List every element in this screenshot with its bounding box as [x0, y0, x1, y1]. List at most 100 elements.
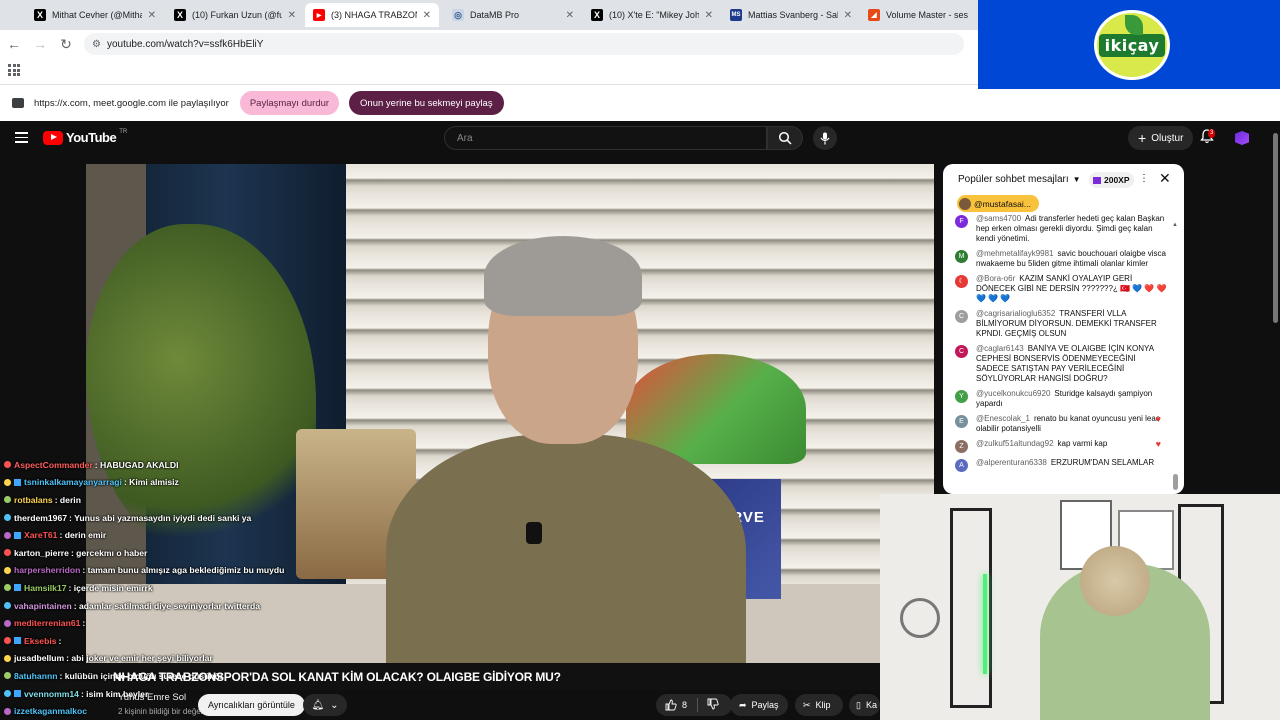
browser-tab-bar: X Mithat Cevher (@MithatC ✕ X (10) Furka… [0, 0, 978, 30]
chat-username[interactable]: @Enescolak_1 [976, 414, 1030, 423]
chevron-down-icon[interactable]: ▼ [1073, 175, 1081, 184]
clip-button[interactable]: ✂ Klip [795, 694, 843, 716]
youtube-logo[interactable]: YouTube TR [43, 129, 127, 145]
overlay-chat-text: : [82, 618, 86, 629]
url-field[interactable]: ⚙ youtube.com/watch?v=ssfk6HbEliY [84, 33, 964, 55]
site-info-icon[interactable]: ⚙ [92, 39, 101, 50]
reload-icon[interactable]: ↻ [54, 32, 78, 56]
scrollbar-thumb[interactable] [1173, 474, 1178, 490]
chat-scrollbar[interactable]: ▲ [1172, 222, 1178, 494]
chat-message: A @alperenturan6338 ERZURUM'DAN SELAMLAR [955, 458, 1169, 472]
chat-username[interactable]: @yucelkonukcu6920 [976, 389, 1050, 398]
xp-badge[interactable]: 200XP [1089, 172, 1134, 188]
share-this-tab-button[interactable]: Onun yerine bu sekmeyi paylaş [349, 91, 504, 115]
subscriber-badge-icon [14, 531, 21, 539]
tab-title: (10) X'te E: "Mikey Joh [609, 10, 699, 20]
youtube-icon: ▶ [313, 9, 325, 21]
chat-badge-icon [4, 602, 11, 610]
x-icon: X [174, 9, 186, 21]
scrollbar-thumb[interactable] [1273, 133, 1278, 323]
subscriber-badge-icon [14, 690, 21, 698]
avatar: Y [955, 390, 968, 403]
overlay-chat-text: : içerde misin emirrk [68, 582, 153, 593]
forward-icon[interactable]: → [28, 32, 52, 56]
create-button[interactable]: + Oluştur [1128, 126, 1194, 150]
browser-tab[interactable]: X (10) Furkan Uzun (@furka ✕ [166, 3, 304, 27]
close-icon[interactable]: ✕ [1159, 170, 1171, 187]
pinned-user-name: @mustafasai... [974, 198, 1031, 209]
overlay-chat-text: : [58, 635, 62, 646]
chat-message: Z @zulkuf51altundag92 kap varmi kap ♥ [955, 439, 1169, 453]
chat-username[interactable]: @sams4700 [976, 214, 1021, 223]
create-label: Oluştur [1151, 132, 1184, 144]
menu-icon[interactable] [15, 132, 28, 146]
browser-tab[interactable]: X Mithat Cevher (@MithatC ✕ [26, 3, 164, 27]
search-input[interactable]: Ara [444, 126, 767, 150]
close-icon[interactable]: ✕ [844, 10, 852, 21]
close-icon[interactable]: ✕ [288, 10, 296, 21]
more-options-icon[interactable]: ⋮ [1139, 173, 1149, 184]
chat-username[interactable]: @Bora-o6r [976, 274, 1015, 283]
tab-title: Volume Master - ses denc [886, 10, 970, 20]
chat-username[interactable]: @alperenturan6338 [976, 458, 1047, 467]
chat-username[interactable]: @mehmetalifayk9981 [976, 249, 1054, 258]
chat-username[interactable]: @zulkuf51altundag92 [976, 439, 1054, 448]
browser-tab[interactable]: MS Mattias Svanberg - Sakatl ✕ [722, 3, 860, 27]
save-button[interactable]: ▯ Ka [849, 694, 880, 716]
chat-username[interactable]: @caglar6143 [976, 344, 1024, 353]
stop-sharing-button[interactable]: Paylaşmayı durdur [239, 91, 340, 115]
browser-tab[interactable]: X (10) X'te E: "Mikey Joh ✕ [583, 3, 721, 27]
microphone-icon[interactable] [813, 126, 837, 150]
x-icon: X [34, 9, 46, 21]
video-title: NHAGA TRABZONSPOR'DA SOL KANAT KİM OLACA… [113, 670, 561, 684]
chat-message: E @Enescolak_1 renato bu kanat oyuncusu ye… [955, 414, 1169, 434]
membership-button[interactable]: Ayrıcalıkları görüntüle [198, 694, 305, 716]
chat-message: ☾ @Bora-o6r KAZIM SANKİ OYALAYIP GERİ DÖNE… [955, 274, 1169, 304]
overlay-chat-username: AspectCommander [14, 459, 93, 470]
overlay-chat-text: : gercekmı o haber [70, 547, 148, 558]
like-button[interactable]: 8 [656, 698, 698, 712]
subscription-bell-button[interactable]: 🔔︎ ⌄ [303, 694, 347, 716]
thumbs-up-icon [665, 699, 677, 711]
close-icon[interactable]: ✕ [423, 10, 431, 21]
heart-icon: ♥ [1155, 439, 1161, 449]
chat-message-body: @zulkuf51altundag92 kap varmi kap [976, 439, 1169, 453]
leaf-icon [1125, 15, 1143, 35]
overlay-chat-line: tsninkalkamayanyarragi: Kimi almisiz [0, 474, 320, 492]
apps-grid-icon[interactable] [8, 64, 20, 76]
presenter-hair [484, 236, 642, 316]
page-scrollbar[interactable] [1272, 121, 1280, 501]
avatar: A [955, 459, 968, 472]
pinned-supporter[interactable]: @mustafasai... [957, 195, 1039, 212]
chat-text: kap varmi kap [1057, 439, 1108, 448]
close-icon[interactable]: ✕ [705, 10, 713, 21]
chat-messages: F @sams4700 Adi transferler hedeti geç kal… [955, 214, 1169, 494]
stream-logo-box: ikiçay [978, 0, 1280, 89]
back-icon[interactable]: ← [2, 32, 26, 56]
subscriber-count: 2 kişinin bildiği bir değer [118, 707, 204, 716]
tab-title: DataMB Pro [470, 10, 520, 20]
browser-tab[interactable]: ◎ DataMB Pro ✕ [444, 3, 582, 27]
plus-icon: + [1138, 130, 1147, 146]
share-button[interactable]: ➦ Paylaş [730, 694, 788, 716]
overlay-chat-text: : derin emir [59, 530, 107, 541]
overlay-chat-line: Eksebis: [0, 632, 320, 650]
channel-name[interactable]: Yunus Emre Sol [118, 692, 186, 703]
overlay-chat-text: : Yunus abi yazmasaydın iyiydi dedi sank… [69, 512, 252, 523]
gem-icon [1093, 176, 1101, 184]
browser-tab[interactable]: ◢ Volume Master - ses denc [860, 3, 978, 27]
search-button[interactable] [767, 126, 803, 150]
avatar: F [955, 215, 968, 228]
account-avatar[interactable] [1235, 131, 1249, 145]
tab-title: Mithat Cevher (@MithatC [52, 10, 142, 20]
close-icon[interactable]: ✕ [148, 10, 156, 21]
chat-mode-label: Popüler sohbet mesajları [958, 173, 1069, 185]
dislike-button[interactable] [698, 698, 719, 712]
close-icon[interactable]: ✕ [566, 10, 574, 21]
chat-username[interactable]: @cagrisarialioglu6352 [976, 309, 1055, 318]
scroll-up-icon[interactable]: ▲ [1172, 222, 1178, 228]
share-label: Paylaş [751, 700, 779, 710]
browser-tab-active[interactable]: ▶ (3) NHAGA TRABZON ✕ [305, 3, 439, 27]
overlay-chat-username: therdem1967 [14, 512, 68, 523]
chat-message-body: @Enescolak_1 renato bu kanat oyuncusu yen… [976, 414, 1169, 434]
